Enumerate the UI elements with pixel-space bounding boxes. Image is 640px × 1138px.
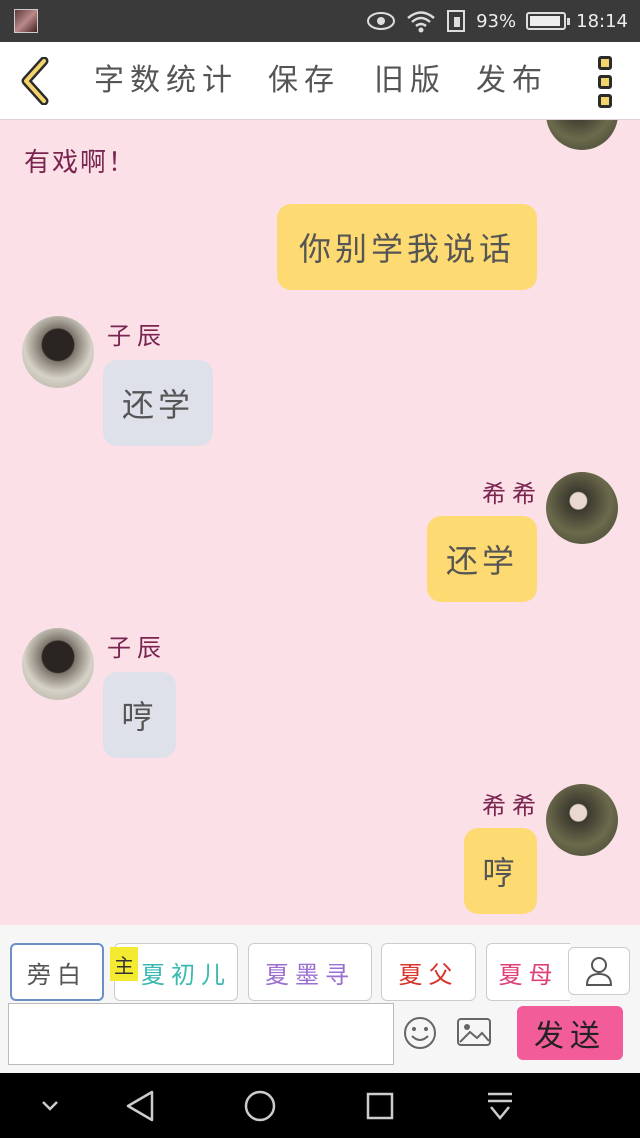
avatar[interactable] (546, 784, 618, 856)
person-icon (585, 957, 613, 986)
send-button[interactable]: 发送 (517, 1006, 623, 1060)
battery-percent: 93% (476, 10, 517, 32)
chat-bubble-me[interactable]: 还学 (427, 516, 537, 602)
chat-bubble-other[interactable]: 哼 (103, 672, 176, 758)
nav-notification-pull-button[interactable] (478, 1073, 522, 1138)
role-label: 夏父 (398, 960, 459, 989)
wifi-icon (407, 11, 435, 33)
status-icons: 93% 18:14 (366, 0, 628, 42)
avatar[interactable] (22, 628, 94, 700)
eye-icon (367, 12, 396, 30)
back-button[interactable] (10, 54, 60, 108)
role-xia-mother[interactable]: 夏母 (486, 943, 570, 1001)
main-role-badge: 主 (110, 947, 138, 981)
chat-area[interactable]: 有戏啊！ 你别学我说话 子辰 还学 希希 还学 子辰 哼 希希 哼 (0, 120, 640, 925)
image-button[interactable] (456, 1017, 492, 1049)
word-count-button[interactable]: 字数统计 (94, 42, 238, 120)
menu-dot-icon (598, 56, 612, 70)
narration-text: 有戏啊！ (24, 148, 137, 178)
chat-bubble-other[interactable]: 还学 (103, 360, 213, 446)
home-circle-icon (244, 1090, 276, 1121)
sim-icon (447, 10, 466, 32)
role-label: 旁白 (27, 960, 87, 989)
save-button[interactable]: 保存 (268, 42, 340, 120)
old-version-button[interactable]: 旧版 (374, 42, 446, 120)
nav-back-button[interactable] (118, 1073, 162, 1138)
message-input[interactable] (8, 1003, 394, 1065)
back-triangle-icon (126, 1090, 154, 1121)
menu-dot-icon (598, 94, 612, 108)
sender-name: 希希 (482, 792, 542, 820)
battery-icon (526, 12, 571, 30)
nav-recents-button[interactable] (358, 1073, 402, 1138)
notification-thumbnail-icon (14, 9, 38, 33)
navigation-bar (0, 1073, 640, 1138)
role-bar: 旁白 夏初儿 主 夏墨寻 夏父 夏母 (0, 925, 640, 1003)
status-bar: 93% 18:14 (0, 0, 640, 42)
more-menu-button[interactable] (590, 56, 620, 108)
role-xia-father[interactable]: 夏父 (381, 943, 476, 1001)
role-label: 夏墨寻 (265, 960, 355, 989)
nav-home-button[interactable] (238, 1073, 282, 1138)
role-xia-moxun[interactable]: 夏墨寻 (248, 943, 372, 1001)
pull-down-icon (488, 1092, 512, 1120)
input-row: 发送 (0, 1003, 640, 1073)
sender-name: 希希 (482, 480, 542, 508)
chat-bubble-me[interactable]: 你别学我说话 (277, 204, 537, 290)
emoji-button[interactable] (402, 1015, 438, 1051)
sender-name: 子辰 (107, 322, 167, 350)
chat-bubble-me[interactable]: 哼 (464, 828, 537, 914)
image-icon (457, 1018, 491, 1046)
add-role-button[interactable] (568, 947, 630, 995)
role-narrator[interactable]: 旁白 (10, 943, 104, 1001)
menu-dot-icon (598, 75, 612, 89)
avatar[interactable] (546, 472, 618, 544)
avatar[interactable] (546, 120, 618, 150)
top-toolbar: 字数统计 保存 旧版 发布 (0, 42, 640, 120)
role-label: 夏母 (498, 960, 559, 989)
clock: 18:14 (576, 10, 628, 32)
chevron-down-icon (42, 1100, 58, 1111)
chevron-left-icon (21, 57, 49, 105)
nav-hide-button[interactable] (30, 1073, 70, 1138)
sender-name: 子辰 (107, 634, 167, 662)
recents-square-icon (366, 1092, 394, 1119)
publish-button[interactable]: 发布 (476, 42, 548, 120)
avatar[interactable] (22, 316, 94, 388)
smiley-icon (404, 1017, 436, 1049)
